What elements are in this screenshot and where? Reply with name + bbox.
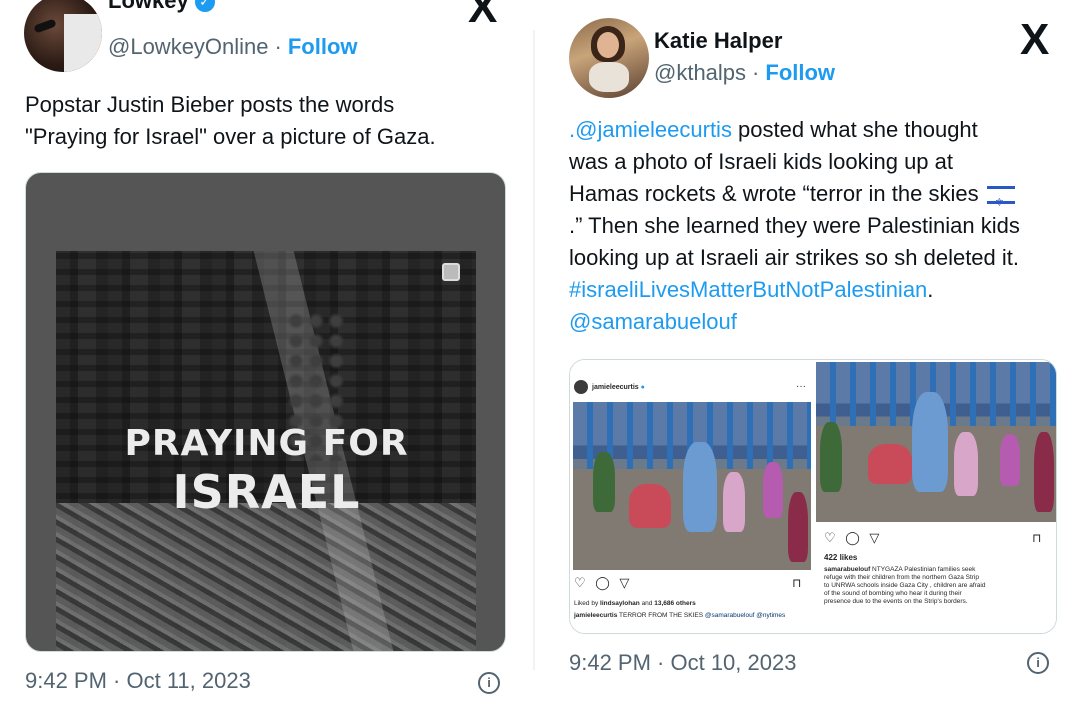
ig-username: jamieleecurtis ● <box>592 384 645 391</box>
ig-caption: samarabuelouf NTYGAZA Palestinian famili… <box>824 566 986 605</box>
israel-flag-emoji-icon <box>986 186 1015 219</box>
ig-likes-count: 422 likes <box>824 553 858 562</box>
multiple-images-icon <box>442 263 460 281</box>
hashtag-link[interactable]: #israeliLivesMatterButNotPalestinian <box>569 277 927 302</box>
ig-photo <box>816 362 1056 522</box>
instagram-post-screenshot-left: jamieleecurtis ● ··· ♡ ◯ ▽ ⊓ Liked by li… <box>570 360 814 633</box>
overlay-text-line1: PRAYING FOR <box>124 423 409 464</box>
ig-photo <box>573 402 811 570</box>
tweet-image[interactable]: jamieleecurtis ● ··· ♡ ◯ ▽ ⊓ Liked by li… <box>569 359 1057 634</box>
tweet-text: Popstar Justin Bieber posts the words "P… <box>25 92 436 149</box>
ig-liked-by: Liked by lindsaylohan and 13,686 others <box>574 600 696 607</box>
handle-row: @LowkeyOnline · Follow <box>108 34 358 59</box>
tweet-text: .@jamieleecurtis posted what she thought… <box>569 114 1074 338</box>
info-icon[interactable]: i <box>1027 652 1049 674</box>
handle-row: @kthalps · Follow <box>654 60 836 85</box>
bookmark-icon: ⊓ <box>1032 531 1042 545</box>
x-logo-icon[interactable]: X <box>468 0 497 30</box>
mention-link[interactable]: .@jamieleecurtis <box>569 117 732 142</box>
ig-action-icons: ♡ ◯ ▽ <box>574 575 633 590</box>
more-icon: ··· <box>796 381 806 392</box>
left-tweet-card: Lowkey ✓ @LowkeyOnline · Follow X Popstar J… <box>0 0 528 704</box>
ig-action-icons: ♡ ◯ ▽ <box>824 530 883 545</box>
lowkey-avatar[interactable] <box>24 0 102 72</box>
display-name[interactable]: Katie Halper <box>654 28 782 54</box>
instagram-post-screenshot-right: ♡ ◯ ▽ ⊓ 422 likes samarabuelouf NTYGAZA … <box>816 360 1056 633</box>
timestamp-link[interactable]: 9:42 PM · Oct 11, 2023 <box>25 668 251 694</box>
katie-halper-avatar[interactable] <box>569 18 649 98</box>
info-icon[interactable]: i <box>478 672 500 694</box>
mention-link-2[interactable]: @samarabuelouf <box>569 309 737 334</box>
overlay-text-line2: ISRAEL <box>172 465 361 519</box>
ig-caption: jamieleecurtis TERROR FROM THE SKIES @sa… <box>574 612 786 619</box>
right-tweet-card: Katie Halper @kthalps · Follow X .@jamiele… <box>540 0 1079 704</box>
x-logo-icon[interactable]: X <box>1020 18 1049 62</box>
tweet-image[interactable]: PRAYING FOR ISRAEL <box>25 172 506 652</box>
display-name[interactable]: Lowkey ✓ <box>108 0 215 14</box>
follow-button[interactable]: Follow <box>288 34 358 59</box>
microphone-icon <box>33 18 57 34</box>
follow-button[interactable]: Follow <box>765 60 835 85</box>
verified-badge-icon: ✓ <box>194 0 215 13</box>
bookmark-icon: ⊓ <box>792 576 802 590</box>
timestamp-link[interactable]: 9:42 PM · Oct 10, 2023 <box>569 650 796 676</box>
verified-badge-icon: ● <box>640 384 645 391</box>
column-divider <box>533 30 535 670</box>
handle[interactable]: @kthalps <box>654 60 746 85</box>
handle[interactable]: @LowkeyOnline <box>108 34 269 59</box>
ig-avatar <box>574 380 588 394</box>
